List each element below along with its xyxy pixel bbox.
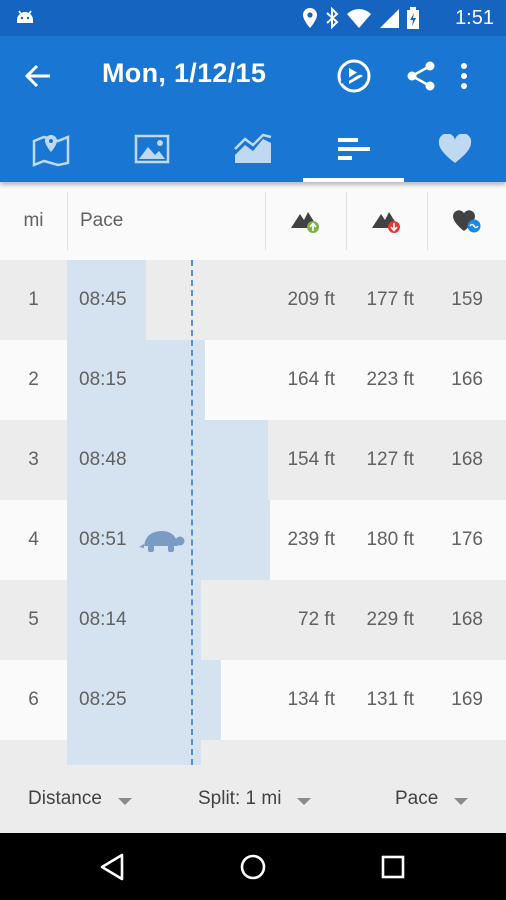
average-pace-line	[191, 260, 193, 765]
split-elevation-loss: 229 ft	[366, 609, 414, 630]
split-dropdown[interactable]: Split: 1 mi	[198, 765, 312, 833]
status-bar: 1:51	[0, 0, 506, 36]
table-row[interactable]: 2 08:15 164 ft 223 ft 166	[0, 340, 506, 420]
split-elevation-gain	[266, 740, 335, 765]
column-header-elevation-gain	[266, 182, 346, 260]
split-pace: 08:15	[79, 369, 127, 390]
split-elevation-loss: 127 ft	[366, 449, 414, 470]
location-icon	[303, 8, 317, 28]
tab-heart-rate[interactable]	[404, 116, 505, 182]
split-pace: 08:25	[79, 689, 127, 710]
splits-bars-icon	[337, 138, 370, 160]
split-elevation-gain: 239 ft	[287, 529, 335, 550]
column-header-heart-rate	[428, 182, 506, 260]
split-heart-rate: 159	[451, 289, 483, 310]
split-mile-number: 1	[28, 289, 39, 310]
split-mile-number: 4	[28, 529, 39, 550]
split-elevation-gain: 154 ft	[287, 449, 335, 470]
area-chart-icon	[233, 133, 271, 163]
cell-signal-icon	[380, 9, 399, 28]
split-elevation-gain: 72 ft	[298, 609, 335, 630]
heart-rate-icon	[453, 210, 481, 233]
splits-table-header: mi Pace	[0, 182, 506, 261]
column-header-pace: Pace	[80, 210, 124, 231]
tab-bar	[0, 116, 506, 182]
map-icon	[32, 135, 69, 167]
overflow-menu-icon[interactable]	[454, 58, 474, 94]
page-title: Mon, 1/12/15	[102, 58, 267, 88]
split-pace: 08:14	[79, 609, 127, 630]
distance-dropdown-label: Distance	[28, 788, 102, 809]
pace-dropdown-label: Pace	[395, 788, 439, 809]
column-header-elevation-loss	[347, 182, 427, 260]
elevation-gain-icon	[291, 212, 319, 233]
tab-charts[interactable]	[202, 116, 303, 182]
split-elevation-loss: 131 ft	[366, 689, 414, 710]
split-heart-rate: 176	[451, 529, 483, 550]
split-mile-number: 6	[28, 689, 39, 710]
status-time: 1:51	[455, 7, 494, 29]
elevation-loss-icon	[372, 212, 400, 233]
table-row[interactable]: 6 08:25 134 ft 131 ft 169	[0, 660, 506, 740]
table-row[interactable]: 3 08:48 154 ft 127 ft 168	[0, 420, 506, 500]
chevron-down-icon	[117, 797, 132, 805]
nav-recents-icon[interactable]	[375, 849, 411, 885]
share-icon[interactable]	[404, 58, 440, 94]
bluetooth-icon	[326, 7, 339, 29]
distance-dropdown[interactable]: Distance	[28, 765, 132, 833]
heart-icon	[438, 134, 471, 163]
turtle-icon	[139, 531, 185, 552]
split-pace: 08:48	[79, 449, 127, 470]
photo-icon	[134, 134, 169, 164]
replay-route-icon[interactable]	[336, 58, 372, 94]
split-pace: 08:51	[79, 529, 127, 550]
table-row[interactable]: 5 08:14 72 ft 229 ft 168	[0, 580, 506, 660]
pace-bar	[67, 740, 201, 765]
battery-charging-icon	[407, 7, 419, 29]
tab-map[interactable]	[0, 116, 101, 182]
split-mile-number	[0, 740, 67, 765]
system-navigation-bar	[0, 833, 506, 900]
split-heart-rate: 168	[451, 449, 483, 470]
split-elevation-gain: 134 ft	[287, 689, 335, 710]
tab-photos[interactable]	[101, 116, 202, 182]
split-elevation-loss: 177 ft	[366, 289, 414, 310]
split-pace: 08:45	[79, 289, 127, 310]
split-mile-number: 2	[28, 369, 39, 390]
split-heart-rate	[428, 740, 483, 765]
table-row[interactable]: 4 08:51 239 ft 180 ft 176	[0, 500, 506, 580]
split-dropdown-label: Split: 1 mi	[198, 788, 282, 809]
split-elevation-loss: 223 ft	[366, 369, 414, 390]
footer-bar: Distance Split: 1 mi Pace	[0, 765, 506, 833]
split-heart-rate: 166	[451, 369, 483, 390]
split-elevation-gain: 209 ft	[287, 289, 335, 310]
table-row[interactable]	[0, 740, 506, 765]
split-elevation-loss: 180 ft	[366, 529, 414, 550]
splits-table-body: 1 08:45 209 ft 177 ft 159 2 08:15 164 ft 223 ft 1…	[0, 260, 506, 765]
back-arrow-icon[interactable]	[24, 62, 52, 90]
split-mile-number: 5	[28, 609, 39, 630]
tab-splits[interactable]	[303, 116, 404, 182]
column-header-mi: mi	[23, 210, 44, 231]
split-elevation-gain: 164 ft	[287, 369, 335, 390]
android-notification-icon	[17, 10, 33, 23]
chevron-down-icon	[454, 797, 469, 805]
split-heart-rate: 169	[451, 689, 483, 710]
nav-back-icon[interactable]	[95, 849, 131, 885]
split-heart-rate: 168	[451, 609, 483, 630]
split-elevation-loss	[347, 740, 414, 765]
nav-home-icon[interactable]	[235, 849, 271, 885]
app-bar: Mon, 1/12/15	[0, 36, 506, 116]
split-mile-number: 3	[28, 449, 39, 470]
table-row[interactable]: 1 08:45 209 ft 177 ft 159	[0, 260, 506, 340]
chevron-down-icon	[297, 797, 312, 805]
wifi-icon	[347, 9, 371, 28]
pace-dropdown[interactable]: Pace	[395, 765, 469, 833]
